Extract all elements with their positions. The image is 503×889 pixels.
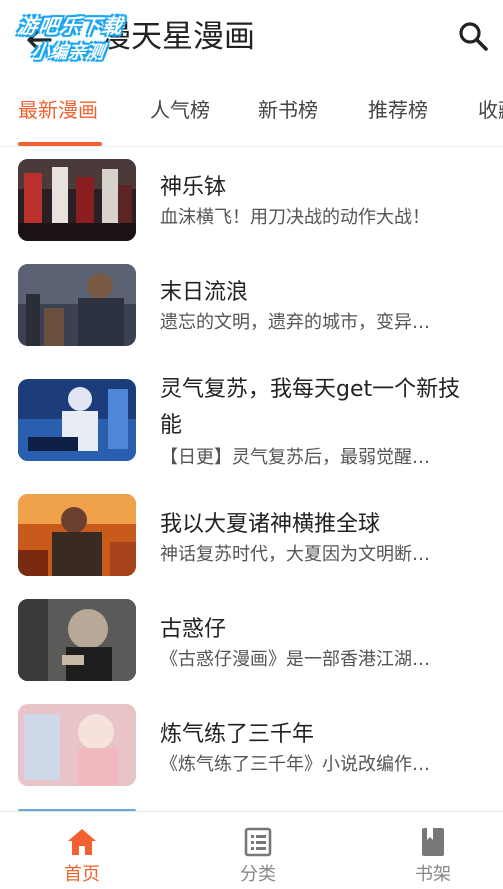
book-icon <box>422 828 444 856</box>
comic-cover <box>18 704 136 786</box>
active-tab-indicator <box>18 142 102 146</box>
nav-home-label: 首页 <box>64 864 100 885</box>
comic-title-continued: 能 <box>160 413 183 438</box>
tab-collection[interactable]: 收藏 <box>478 78 503 144</box>
comic-cover <box>18 379 136 461</box>
search-button[interactable] <box>457 20 491 54</box>
nav-home[interactable]: 首页 <box>22 812 142 889</box>
search-icon <box>459 22 488 51</box>
comic-description: 《古惑仔漫画》是一部香港江湖… <box>160 649 430 670</box>
comic-description: 血沫横飞！用刀决战的动作大战！ <box>160 207 430 228</box>
comic-cover <box>18 599 136 681</box>
comic-title: 我以大夏诸神横推全球 <box>160 512 381 537</box>
arrow-left-icon <box>27 28 52 52</box>
tab-popular[interactable]: 人气榜 <box>150 78 210 144</box>
nav-category-label: 分类 <box>240 864 276 885</box>
category-tabs: 最新漫画 人气榜 新书榜 推荐榜 收藏 <box>0 78 503 147</box>
tab-latest[interactable]: 最新漫画 <box>18 78 98 144</box>
tab-recommend[interactable]: 推荐榜 <box>368 78 428 144</box>
comic-cover <box>18 494 136 576</box>
comic-description: 神话复苏时代，大夏因为文明断… <box>160 544 430 565</box>
nav-bookshelf[interactable]: 书架 <box>373 812 493 889</box>
comic-title: 灵气复苏，我每天get一个新技 <box>160 377 461 402</box>
back-button[interactable] <box>22 22 58 58</box>
nav-bookshelf-label: 书架 <box>415 864 451 885</box>
list-item[interactable]: 末日流浪 遗忘的文明，遗弃的城市，变异… <box>0 252 503 357</box>
page-title: 漫天星漫画 <box>100 19 255 55</box>
tab-new[interactable]: 新书榜 <box>258 78 318 144</box>
list-item[interactable]: 古惑仔 《古惑仔漫画》是一部香港江湖… <box>0 597 503 702</box>
list-icon <box>244 827 272 857</box>
comic-list: 神乐钵 血沫横飞！用刀决战的动作大战！ 末日流浪 遗忘的文明，遗弃的城市，变异… <box>0 147 503 811</box>
top-app-bar: 漫天星漫画 游吧乐下载 小编亲测 <box>0 0 503 78</box>
list-item[interactable]: 炼气练了三千年 《炼气练了三千年》小说改编作… <box>0 702 503 807</box>
comic-cover <box>18 264 136 346</box>
home-icon <box>68 829 96 855</box>
list-item[interactable]: 神乐钵 血沫横飞！用刀决战的动作大战！ <box>0 147 503 252</box>
comic-description: 遗忘的文明，遗弃的城市，变异… <box>160 312 430 333</box>
bottom-navigation: 首页 分类 书架 <box>0 811 503 889</box>
list-item[interactable]: 灵气复苏，我每天get一个新技 能 【日更】灵气复苏后，最弱觉醒… <box>0 357 503 487</box>
comic-description: 【日更】灵气复苏后，最弱觉醒… <box>160 447 430 468</box>
app-screen: 漫天星漫画 游吧乐下载 小编亲测 最新漫画 人气榜 新书榜 推荐榜 收藏 <box>0 0 503 889</box>
comic-title: 炼气练了三千年 <box>160 722 315 747</box>
comic-title: 神乐钵 <box>160 175 227 200</box>
comic-description: 《炼气练了三千年》小说改编作… <box>160 754 430 775</box>
nav-category[interactable]: 分类 <box>198 812 318 889</box>
list-item[interactable]: 我以大夏诸神横推全球 神话复苏时代，大夏因为文明断… <box>0 492 503 597</box>
comic-cover <box>18 159 136 241</box>
comic-title: 末日流浪 <box>160 280 249 305</box>
comic-title: 古惑仔 <box>160 617 227 642</box>
